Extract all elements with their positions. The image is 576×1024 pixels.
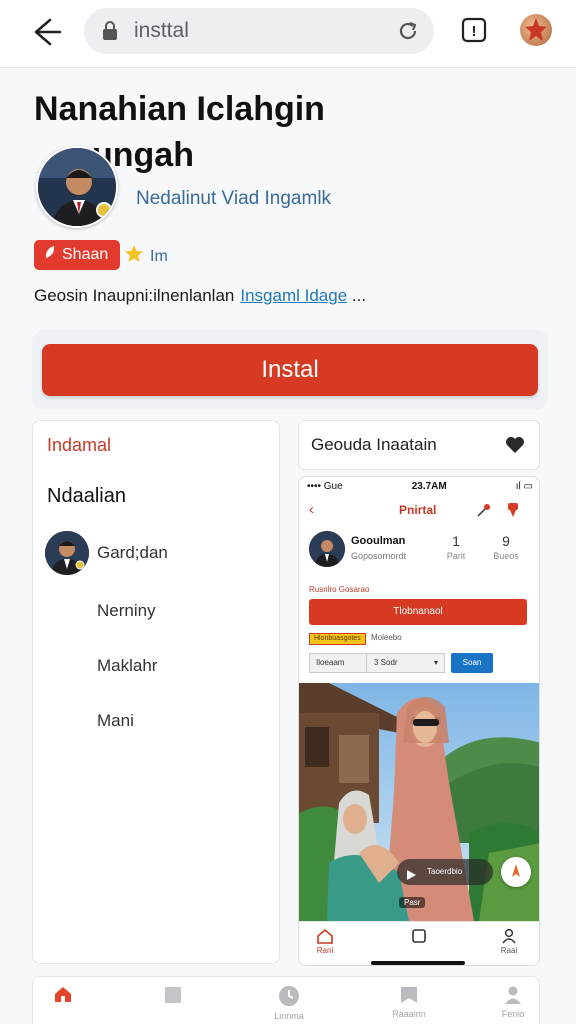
- lock-icon: [102, 21, 118, 46]
- nav-library[interactable]: Raaainn: [379, 985, 439, 1019]
- nav-clock[interactable]: Linnma: [259, 985, 319, 1021]
- pin-icon: [505, 501, 521, 524]
- phone-media-pill: Taoerdbio: [397, 859, 493, 885]
- profile-avatar[interactable]: [520, 14, 552, 46]
- install-container: Instal: [32, 330, 548, 410]
- url-text[interactable]: insttal: [134, 19, 189, 43]
- leaf-icon: [44, 240, 56, 270]
- category-badge[interactable]: Shaan: [34, 240, 121, 270]
- stat-label: Bueos: [493, 551, 519, 561]
- section-title: Ndaalian: [47, 485, 126, 507]
- phone-nav-square: [399, 928, 439, 946]
- tabs-icon[interactable]: !: [460, 16, 488, 44]
- phone-go-button: Soan: [451, 653, 493, 673]
- description-link[interactable]: Insgaml Idage: [240, 286, 347, 305]
- phone-section-label: Rusnlro Gosarao: [309, 585, 370, 594]
- app-description: Geosin Inaupni:ilnenlanlan Insgaml Idage …: [34, 286, 367, 305]
- panel-header: Indamal: [47, 435, 112, 455]
- photo-caption: Pasr: [399, 897, 426, 908]
- developer-name[interactable]: Nedalinut Viad Ingamlk: [136, 188, 331, 210]
- phone-nav-home: Rani: [305, 928, 345, 955]
- list-item[interactable]: Mani: [97, 711, 134, 731]
- phone-select: Iloeaam 3 Sodr ▾: [309, 653, 445, 673]
- phone-nav-profile: Raai: [489, 928, 529, 955]
- install-button[interactable]: Instal: [42, 344, 538, 396]
- app-title: Nanahian Iclahgin ungah: [34, 90, 325, 174]
- phone-bottom-nav: Rani Raai: [299, 921, 539, 965]
- square-icon: [163, 987, 183, 1007]
- phone-tag: Hlonbuasgotes: [309, 633, 366, 645]
- phone-status-bar: •••• Gue 23.7AM ıl ▭: [307, 481, 533, 492]
- clock-icon: [278, 986, 300, 1009]
- stat-value: 1: [452, 533, 460, 549]
- browser-toolbar: insttal !: [0, 0, 576, 68]
- list-item[interactable]: Nerniny: [97, 601, 156, 621]
- nav-profile[interactable]: Fenio: [483, 985, 543, 1019]
- details-panel: Indamal Ndaalian Gard;dan Nerniny Maklah…: [32, 420, 280, 964]
- address-bar[interactable]: insttal: [84, 8, 434, 54]
- home-icon: [53, 987, 73, 1005]
- dropdown-arrow-icon: ▾: [433, 658, 438, 667]
- heart-icon[interactable]: [505, 436, 525, 459]
- list-item[interactable]: Maklahr: [97, 656, 157, 676]
- stat-value: 9: [502, 533, 510, 549]
- list-avatar: [45, 531, 89, 575]
- svg-text:!: !: [472, 23, 477, 40]
- bookmark-icon: [398, 987, 420, 1007]
- phone-primary-button: Tlobnanaol: [309, 599, 527, 625]
- phone-avatar: [309, 531, 345, 567]
- edit-icon: [475, 503, 491, 524]
- list-item[interactable]: Gard;dan: [97, 543, 168, 563]
- phone-tag-text: Moleebo: [371, 633, 402, 642]
- nav-home[interactable]: [33, 985, 93, 1007]
- star-icon: [124, 244, 144, 269]
- screenshot-header[interactable]: Geouda Inaatain: [298, 420, 540, 470]
- app-screenshot[interactable]: •••• Gue 23.7AM ıl ▭ ‹ Pnirtal Gooulman …: [298, 476, 540, 966]
- reload-icon[interactable]: [396, 19, 420, 48]
- phone-header: ‹ Pnirtal: [299, 499, 539, 525]
- play-icon: [405, 866, 417, 892]
- home-indicator: [371, 961, 465, 965]
- person-icon: [503, 986, 523, 1007]
- nav-apps[interactable]: [143, 985, 203, 1009]
- rating: Im: [124, 244, 168, 269]
- phone-profile-name: Gooulman: [351, 535, 406, 547]
- phone-fab: [501, 857, 531, 887]
- stat-label: Parit: [446, 551, 466, 561]
- app-icon-avatar: [36, 146, 118, 228]
- home-icon: [316, 928, 334, 946]
- bottom-navigation: Linnma Raaainn Fenio: [32, 976, 540, 1024]
- phone-profile-sub: Goposornordt: [351, 551, 407, 561]
- back-arrow-icon[interactable]: [28, 14, 68, 50]
- person-icon: [501, 928, 517, 946]
- square-icon: [411, 929, 427, 946]
- back-chevron-icon: ‹: [309, 501, 314, 518]
